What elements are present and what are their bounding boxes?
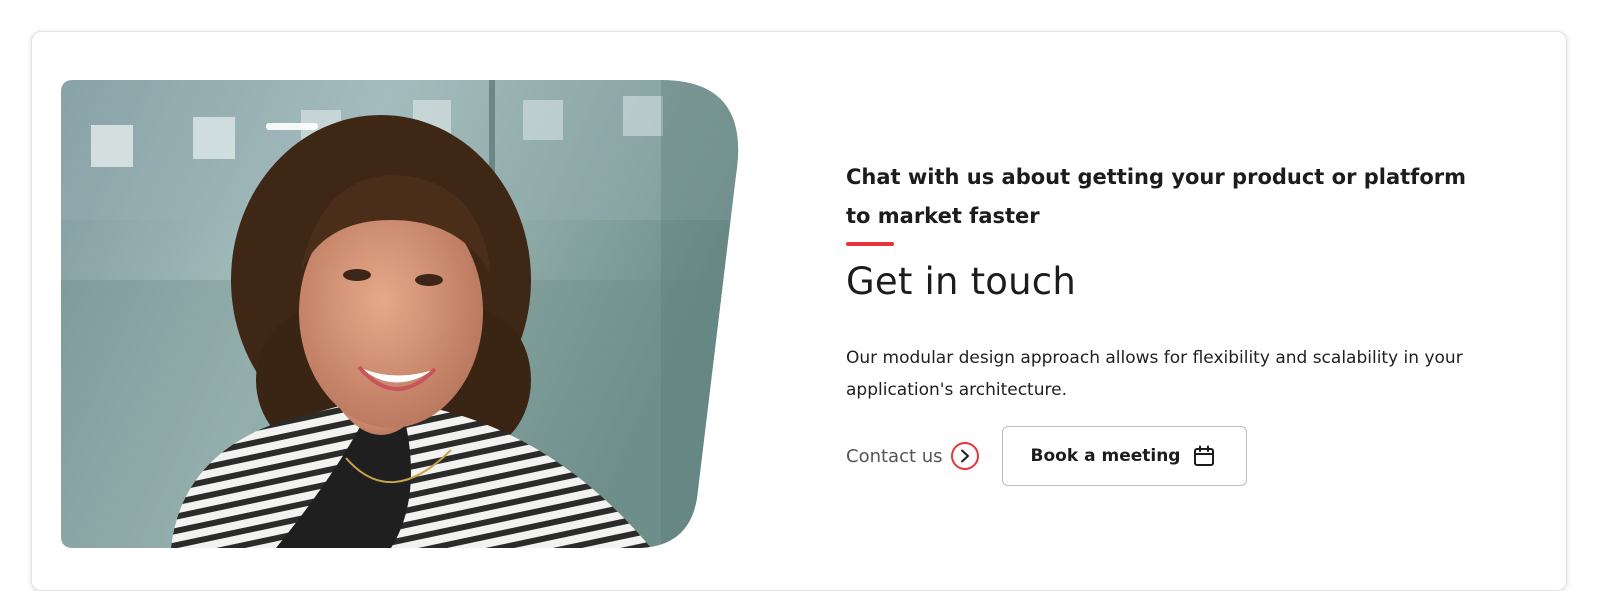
cta-eyebrow: Chat with us about getting your product … xyxy=(846,165,1466,228)
cta-content: Chat with us about getting your product … xyxy=(846,158,1486,486)
cta-heading: Get in touch xyxy=(846,260,1076,303)
book-meeting-label: Book a meeting xyxy=(1030,446,1181,466)
accent-divider xyxy=(846,242,894,246)
contact-us-link[interactable]: Contact us xyxy=(846,442,979,470)
book-meeting-button[interactable]: Book a meeting xyxy=(1001,426,1248,486)
calendar-icon xyxy=(1192,444,1216,468)
cta-actions: Contact us Book a meeting xyxy=(846,426,1486,486)
contact-us-label: Contact us xyxy=(846,445,943,467)
chevron-right-icon xyxy=(950,442,979,470)
cta-description: Our modular design approach allows for f… xyxy=(846,348,1463,400)
hero-photo xyxy=(61,80,741,548)
